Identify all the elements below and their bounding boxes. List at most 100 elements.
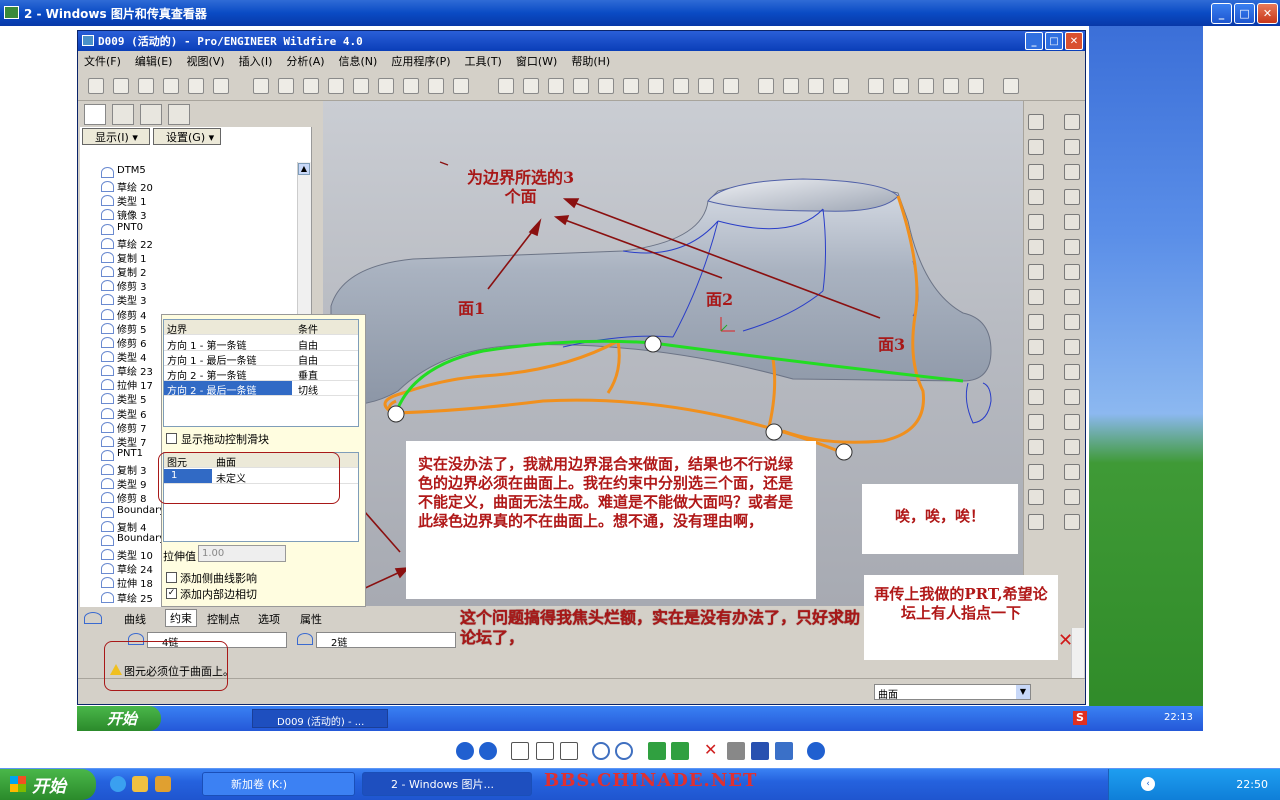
- feature-tool-icon[interactable]: [1064, 414, 1080, 430]
- main-explanation-note: 实在没办法了，我就用边界混合来做面，结果也不行说绿色的边界必须在曲面上。我在约束…: [406, 441, 816, 599]
- help-icon[interactable]: [807, 742, 825, 760]
- table-row[interactable]: 方向 2 - 第一条链 垂直: [164, 366, 358, 382]
- feature-tool-icon[interactable]: [1028, 289, 1044, 305]
- feature-tool-icon[interactable]: [1028, 414, 1044, 430]
- show-drag-handles-checkbox[interactable]: [166, 433, 177, 444]
- feature-tool-icon[interactable]: [1028, 214, 1044, 230]
- taskbar-item-viewer[interactable]: 2 - Windows 图片...: [362, 772, 532, 796]
- slideshow-icon[interactable]: [560, 742, 578, 760]
- zoom-out-icon[interactable]: [615, 742, 633, 760]
- feature-tool-icon[interactable]: [1064, 514, 1080, 530]
- dashboard-tab[interactable]: 选项: [258, 611, 280, 627]
- taskbar-item-drive[interactable]: 新加卷 (K:): [202, 772, 355, 796]
- face-2-label: 面2: [706, 290, 734, 309]
- chain-2-collector[interactable]: 2链: [316, 632, 456, 649]
- row-condition[interactable]: 切线: [298, 382, 318, 397]
- print-icon[interactable]: [727, 742, 745, 760]
- feature-tool-icon[interactable]: [1028, 164, 1044, 180]
- save-icon[interactable]: [751, 742, 769, 760]
- feature-tool-icon[interactable]: [1064, 464, 1080, 480]
- chevron-down-icon: ▼: [1016, 685, 1030, 699]
- row-condition[interactable]: 自由: [298, 352, 318, 367]
- edit-icon[interactable]: [775, 742, 793, 760]
- selection-filter-dropdown[interactable]: 曲面 ▼: [874, 684, 1031, 701]
- clock: 22:50: [1236, 778, 1268, 791]
- quicklaunch-shield-icon[interactable]: [155, 776, 171, 792]
- table-header: 边界 条件: [164, 320, 358, 336]
- rotate-clockwise-icon[interactable]: [648, 742, 666, 760]
- boundary-blend-icon: [84, 612, 102, 624]
- windows-logo-icon: [10, 776, 26, 792]
- best-fit-icon[interactable]: [511, 742, 529, 760]
- face-1-label: 面1: [458, 299, 486, 318]
- feature-tool-icon[interactable]: [1064, 289, 1080, 305]
- dashboard-tab[interactable]: 约束: [165, 609, 197, 627]
- chain-2-icon: [297, 633, 313, 645]
- selection-filter-value: 曲面: [878, 690, 898, 701]
- feature-tool-icon[interactable]: [1028, 364, 1044, 380]
- feature-tool-icon[interactable]: [1028, 139, 1044, 155]
- inner-clock: 22:13: [1164, 712, 1193, 723]
- element-table-highlight: [158, 452, 340, 504]
- delete-icon[interactable]: ✕: [704, 740, 717, 759]
- feature-tool-icon[interactable]: [1028, 389, 1044, 405]
- feature-tool-icon[interactable]: [1064, 214, 1080, 230]
- feature-tool-icon[interactable]: [1064, 389, 1080, 405]
- close-icon[interactable]: ✕: [1058, 630, 1073, 651]
- actual-size-icon[interactable]: [536, 742, 554, 760]
- inner-tray-s-icon: S: [1073, 711, 1087, 725]
- quicklaunch-icon[interactable]: [132, 776, 148, 792]
- feature-tool-icon[interactable]: [1028, 189, 1044, 205]
- inner-taskbar: [77, 706, 1203, 731]
- feature-tool-icon[interactable]: [1064, 189, 1080, 205]
- feature-tool-icon[interactable]: [1064, 439, 1080, 455]
- ie-icon[interactable]: [110, 776, 126, 792]
- feature-tool-icon[interactable]: [1064, 264, 1080, 280]
- next-image-icon[interactable]: [479, 742, 497, 760]
- add-side-curve-checkbox[interactable]: [166, 572, 177, 583]
- table-row-selected[interactable]: 方向 2 - 最后一条链 切线: [164, 381, 358, 397]
- feature-tool-icon[interactable]: [1028, 489, 1044, 505]
- feature-tool-icon[interactable]: [1028, 239, 1044, 255]
- dashboard-tab[interactable]: 属性: [300, 611, 322, 627]
- show-drag-handles-label: 显示拖动控制滑块: [181, 433, 269, 446]
- inner-start-button: 开始: [77, 706, 161, 731]
- feature-tool-icon[interactable]: [1028, 464, 1044, 480]
- table-row[interactable]: 方向 1 - 最后一条链 自由: [164, 351, 358, 367]
- feature-tool-icon[interactable]: [1028, 314, 1044, 330]
- feature-tool-icon[interactable]: [1028, 439, 1044, 455]
- add-inner-tangent-checkbox[interactable]: ✓: [166, 588, 177, 599]
- feature-tool-icon[interactable]: [1028, 264, 1044, 280]
- feature-tool-icon[interactable]: [1064, 489, 1080, 505]
- feature-tool-icon[interactable]: [1064, 314, 1080, 330]
- tray-collapse-icon[interactable]: ‹: [1141, 777, 1155, 791]
- feature-tool-icon[interactable]: [1028, 339, 1044, 355]
- feature-tool-icon[interactable]: [1028, 114, 1044, 130]
- feature-tool-icon[interactable]: [1064, 114, 1080, 130]
- feature-tool-icon[interactable]: [1064, 239, 1080, 255]
- feature-tool-icon[interactable]: [1064, 364, 1080, 380]
- row-boundary: 方向 2 - 第一条链: [167, 371, 247, 382]
- rotate-counterclockwise-icon[interactable]: [671, 742, 689, 760]
- boundary-constraint-table: 边界 条件 方向 1 - 第一条链 自由 方向 1 - 最后一条链 自由 方向 …: [163, 319, 359, 427]
- zoom-in-icon[interactable]: [592, 742, 610, 760]
- system-tray: 22:50: [1108, 769, 1280, 800]
- sigh-note: 唉，唉，唉！: [862, 484, 1018, 554]
- feature-tool-icon[interactable]: [1064, 139, 1080, 155]
- previous-image-icon[interactable]: [456, 742, 474, 760]
- dashboard-tab[interactable]: 曲线: [124, 611, 146, 627]
- prt-upload-note: 再传上我做的PRT,希望论坛上有人指点一下: [864, 575, 1058, 660]
- row-condition[interactable]: 垂直: [298, 367, 318, 382]
- feature-tool-icon[interactable]: [1028, 514, 1044, 530]
- dashboard-tab[interactable]: 控制点: [207, 611, 240, 627]
- boundary-column-header: 边界: [167, 325, 187, 336]
- surfaces-selected-label: 为边界所选的3 个面: [467, 168, 575, 206]
- feature-tool-icon[interactable]: [1064, 339, 1080, 355]
- stretch-value-input[interactable]: 1.00: [198, 545, 286, 562]
- table-row[interactable]: 方向 1 - 第一条链 自由: [164, 336, 358, 352]
- row-condition[interactable]: 自由: [298, 337, 318, 352]
- add-side-curve-label: 添加侧曲线影响: [180, 572, 257, 585]
- feature-tool-icon[interactable]: [1064, 164, 1080, 180]
- watermark-text: BBS.CHINADE.NET: [544, 770, 758, 791]
- row-boundary: 方向 2 - 最后一条链: [164, 381, 292, 397]
